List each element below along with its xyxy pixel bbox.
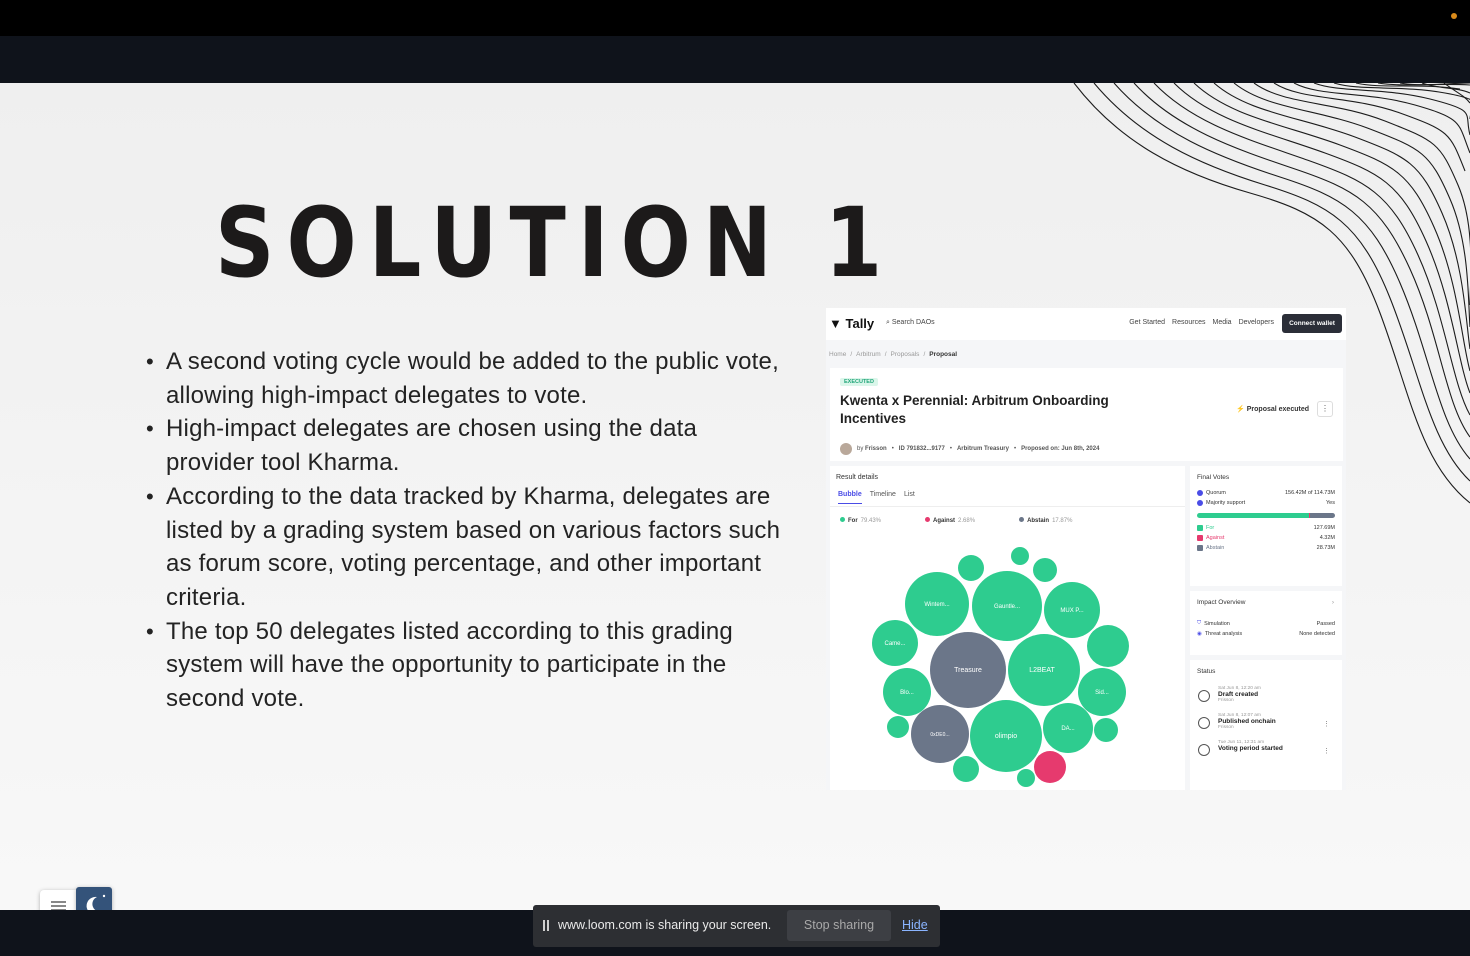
hide-link[interactable]: Hide bbox=[902, 918, 928, 932]
check-icon bbox=[1197, 500, 1203, 506]
svg-text:Sid...: Sid... bbox=[1095, 690, 1109, 696]
tab-timeline: Timeline bbox=[869, 491, 896, 498]
svg-text:DA...: DA... bbox=[1061, 726, 1075, 732]
svg-text:L2BEAT: L2BEAT bbox=[1029, 667, 1055, 674]
tally-search: ⌕ Search DAOs bbox=[886, 319, 935, 326]
svg-text:Wintem...: Wintem... bbox=[924, 602, 950, 608]
status-item: Sat Jun 8, 12:07 am Published onchain Fr… bbox=[1190, 708, 1342, 735]
avatar bbox=[840, 443, 852, 455]
svg-text:olimpio: olimpio bbox=[995, 733, 1017, 740]
nav-media: Media bbox=[1212, 319, 1232, 326]
top-system-bar bbox=[0, 0, 1470, 36]
plus-icon bbox=[1198, 690, 1210, 702]
proposal-executed-label: ⚡ Proposal executed bbox=[1236, 406, 1309, 413]
status-item: Sat Jun 8, 12:20 am Draft created Frisso… bbox=[1190, 681, 1342, 708]
play-icon bbox=[1198, 744, 1210, 756]
eye-icon: ◉ bbox=[1197, 631, 1202, 637]
more-options-icon: ⋮ bbox=[1323, 748, 1330, 755]
screen-share-bar: www.loom.com is sharing your screen. Sto… bbox=[533, 905, 940, 947]
sharing-message: www.loom.com is sharing your screen. bbox=[558, 918, 772, 932]
pause-icon bbox=[543, 920, 549, 931]
svg-text:MUX P...: MUX P... bbox=[1060, 608, 1084, 614]
proposal-title: Kwenta x Perennial: Arbitrum Onboarding … bbox=[840, 393, 1109, 426]
impact-overview-panel: Impact Overview › ⛉ Simulation Passed ◉ Thre… bbox=[1190, 591, 1342, 655]
tally-header: ▼ Tally ⌕ Search DAOs Get Started Resour… bbox=[826, 308, 1346, 340]
nav-resources: Resources bbox=[1172, 319, 1206, 326]
stop-sharing-button[interactable]: Stop sharing bbox=[787, 910, 891, 941]
nav-developers: Developers bbox=[1238, 319, 1274, 326]
more-options-icon: ⋮ bbox=[1317, 401, 1333, 417]
side-panel: Final Votes Quorum 156.42M of 114.73M Maj… bbox=[1190, 466, 1342, 790]
status-panel: Status Sat Jun 8, 12:20 am Draft created… bbox=[1190, 660, 1342, 790]
tally-nav: Get Started Resources Media Developers bbox=[1129, 319, 1274, 326]
svg-text:Treasure: Treasure bbox=[954, 667, 982, 674]
vote-progress-bar bbox=[1197, 513, 1335, 518]
bullet-item: A second voting cycle would be added to … bbox=[146, 345, 786, 412]
svg-text:0xDE0...: 0xDE0... bbox=[930, 732, 949, 738]
bullet-item: According to the data tracked by Kharma,… bbox=[146, 480, 786, 615]
svg-text:Gauntle...: Gauntle... bbox=[994, 604, 1020, 610]
vote-legend: For 79.43% Against 2.68% Abstain 17.87% bbox=[840, 517, 1072, 524]
proposal-card: EXECUTED Kwenta x Perennial: Arbitrum On… bbox=[830, 368, 1343, 461]
final-votes-panel: Final Votes Quorum 156.42M of 114.73M Maj… bbox=[1190, 466, 1342, 586]
nav-get-started: Get Started bbox=[1129, 319, 1166, 326]
slide-title: SOLUTION 1 bbox=[215, 187, 895, 299]
shield-icon: ⛉ bbox=[1197, 620, 1202, 626]
svg-text:Blo...: Blo... bbox=[900, 690, 914, 696]
presentation-header-band bbox=[0, 36, 1470, 83]
svg-text:Came...: Came... bbox=[884, 641, 905, 647]
status-badge: EXECUTED bbox=[840, 378, 878, 386]
bullet-item: The top 50 delegates listed according to… bbox=[146, 615, 786, 716]
proposal-meta: by Frisson • ID 791832...9177 • Arbitrum T… bbox=[840, 443, 1099, 455]
status-item: Tue Jun 11, 12:31 am Voting period start… bbox=[1190, 735, 1342, 757]
result-tabs: Bubble Timeline List bbox=[838, 491, 915, 504]
tab-bubble: Bubble bbox=[838, 491, 862, 504]
vote-bubble-chart: Wintem... Gauntle... MUX P... Came... Tr… bbox=[872, 547, 1129, 787]
more-options-icon: ⋮ bbox=[1323, 721, 1330, 728]
bullet-list: A second voting cycle would be added to … bbox=[146, 345, 786, 716]
bullet-item: High-impact delegates are chosen using t… bbox=[146, 412, 786, 479]
recording-indicator-icon bbox=[1451, 13, 1457, 19]
tally-proposal-screenshot: ▼ Tally ⌕ Search DAOs Get Started Resour… bbox=[826, 308, 1346, 790]
tab-list: List bbox=[903, 491, 915, 498]
result-details-panel: Result details Bubble Timeline List For 7… bbox=[830, 466, 1185, 790]
breadcrumb: Home / Arbitrum / Proposals / Proposal bbox=[829, 351, 958, 358]
connect-wallet-button: Connect wallet bbox=[1282, 314, 1342, 333]
slide: SOLUTION 1 A second voting cycle would b… bbox=[0, 83, 1470, 910]
tally-logo: ▼ Tally bbox=[829, 316, 875, 331]
check-icon bbox=[1197, 490, 1203, 496]
send-icon bbox=[1198, 717, 1210, 729]
